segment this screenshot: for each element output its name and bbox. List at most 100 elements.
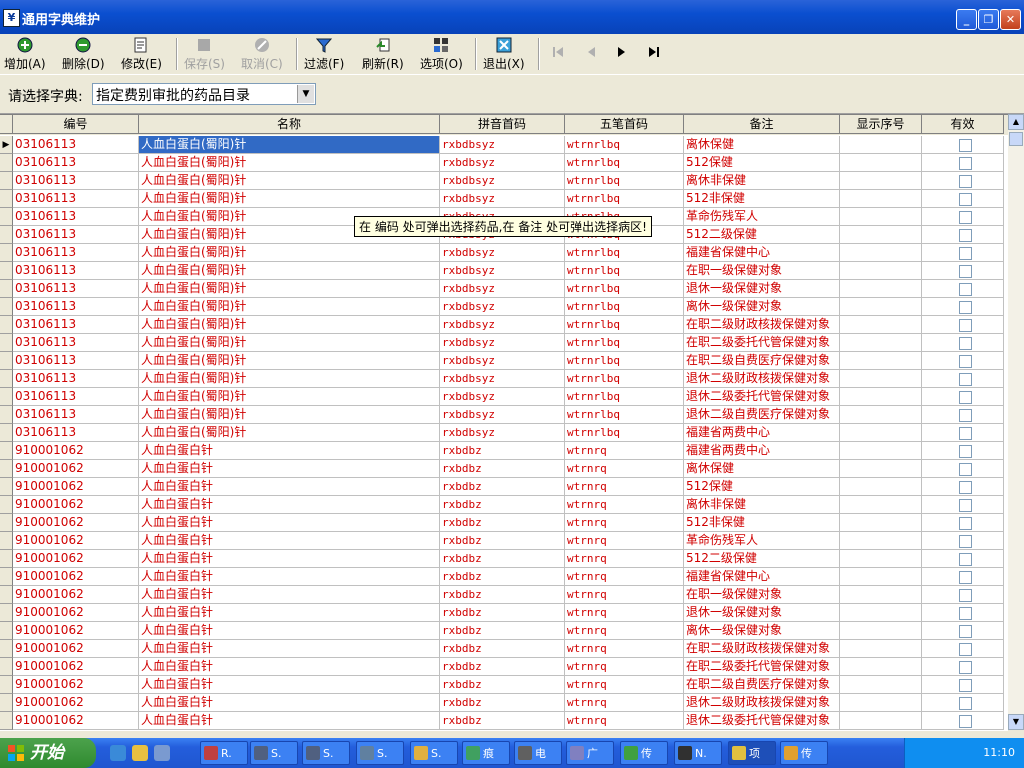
edit-button[interactable]: 修改(E): [121, 37, 162, 72]
cell-id[interactable]: 910001062: [13, 640, 139, 658]
cell-name[interactable]: 人血白蛋白(蜀阳)针: [139, 424, 440, 442]
column-header-pinyin[interactable]: 拼音首码: [440, 115, 565, 134]
cell-id[interactable]: 03106113: [13, 424, 139, 442]
row-indicator[interactable]: [0, 586, 13, 604]
cell-name[interactable]: 人血白蛋白针: [139, 496, 440, 514]
cell-pinyin[interactable]: rxbdbz: [440, 532, 565, 550]
cell-name[interactable]: 人血白蛋白针: [139, 586, 440, 604]
cell-wubi[interactable]: wtrnrlbq: [565, 280, 684, 298]
ie-quicklaunch-icon[interactable]: [110, 745, 126, 761]
table-row[interactable]: 03106113 人血白蛋白(蜀阳)针 rxbdbsyz wtrnrlbq 在职二级委托…: [0, 334, 1008, 352]
column-header-name[interactable]: 名称: [139, 115, 440, 134]
options-button[interactable]: 选项(O): [420, 37, 463, 72]
filter-button[interactable]: 过滤(F): [304, 37, 344, 72]
cell-wubi[interactable]: wtrnrq: [565, 658, 684, 676]
cell-order[interactable]: [840, 316, 922, 334]
delete-button[interactable]: 删除(D): [62, 37, 105, 72]
cell-id[interactable]: 03106113: [13, 370, 139, 388]
valid-checkbox[interactable]: [959, 607, 972, 620]
cell-remark[interactable]: 离休保健: [684, 136, 840, 154]
cell-name[interactable]: 人血白蛋白针: [139, 478, 440, 496]
table-row[interactable]: 910001062 人血白蛋白针 rxbdbz wtrnrq 在职二级自费医疗保健对象: [0, 676, 1008, 694]
cell-id[interactable]: 910001062: [13, 712, 139, 730]
table-row[interactable]: 910001062 人血白蛋白针 rxbdbz wtrnrq 离休保健: [0, 460, 1008, 478]
cell-id[interactable]: 910001062: [13, 694, 139, 712]
cell-id[interactable]: 03106113: [13, 226, 139, 244]
cell-wubi[interactable]: wtrnrq: [565, 460, 684, 478]
taskbar-task[interactable]: S.: [302, 741, 350, 765]
app-quicklaunch-icon[interactable]: [154, 745, 170, 761]
cell-id[interactable]: 03106113: [13, 262, 139, 280]
row-indicator[interactable]: [0, 550, 13, 568]
cell-id[interactable]: 03106113: [13, 334, 139, 352]
valid-checkbox[interactable]: [959, 409, 972, 422]
valid-checkbox[interactable]: [959, 247, 972, 260]
cell-id[interactable]: 03106113: [13, 172, 139, 190]
cell-name[interactable]: 人血白蛋白(蜀阳)针: [139, 136, 440, 154]
cell-remark[interactable]: 福建省两费中心: [684, 442, 840, 460]
cell-id[interactable]: 03106113: [13, 388, 139, 406]
cell-order[interactable]: [840, 262, 922, 280]
table-row[interactable]: 03106113 人血白蛋白(蜀阳)针 rxbdbsyz wtrnrlbq 福建省两费中…: [0, 424, 1008, 442]
cell-order[interactable]: [840, 622, 922, 640]
cell-order[interactable]: [840, 406, 922, 424]
cell-pinyin[interactable]: rxbdbsyz: [440, 244, 565, 262]
cell-remark[interactable]: 革命伤残军人: [684, 532, 840, 550]
cell-order[interactable]: [840, 388, 922, 406]
cell-order[interactable]: [840, 712, 922, 730]
valid-checkbox[interactable]: [959, 211, 972, 224]
cell-id[interactable]: 03106113: [13, 280, 139, 298]
taskbar-task[interactable]: 痕: [462, 741, 510, 765]
cell-order[interactable]: [840, 478, 922, 496]
row-indicator[interactable]: [0, 424, 13, 442]
cell-remark[interactable]: 福建省保健中心: [684, 568, 840, 586]
cell-pinyin[interactable]: rxbdbz: [440, 658, 565, 676]
cell-name[interactable]: 人血白蛋白针: [139, 460, 440, 478]
scroll-up-icon[interactable]: ▲: [1008, 114, 1024, 130]
cell-wubi[interactable]: wtrnrq: [565, 478, 684, 496]
row-indicator[interactable]: [0, 316, 13, 334]
cell-id[interactable]: 910001062: [13, 658, 139, 676]
row-indicator[interactable]: [0, 532, 13, 550]
cell-pinyin[interactable]: rxbdbsyz: [440, 388, 565, 406]
cell-pinyin[interactable]: rxbdbz: [440, 568, 565, 586]
cell-pinyin[interactable]: rxbdbz: [440, 604, 565, 622]
cell-id[interactable]: 910001062: [13, 478, 139, 496]
table-row[interactable]: 910001062 人血白蛋白针 rxbdbz wtrnrq 512二级保健: [0, 550, 1008, 568]
cell-remark[interactable]: 512非保健: [684, 190, 840, 208]
cell-id[interactable]: 03106113: [13, 154, 139, 172]
table-row[interactable]: 03106113 人血白蛋白(蜀阳)针 rxbdbsyz wtrnrlbq 离休非保健: [0, 172, 1008, 190]
row-indicator[interactable]: [0, 622, 13, 640]
cell-order[interactable]: [840, 208, 922, 226]
cell-name[interactable]: 人血白蛋白针: [139, 712, 440, 730]
table-row[interactable]: 910001062 人血白蛋白针 rxbdbz wtrnrq 退休二级委托代管保健对象: [0, 712, 1008, 730]
cell-wubi[interactable]: wtrnrlbq: [565, 424, 684, 442]
cell-name[interactable]: 人血白蛋白(蜀阳)针: [139, 172, 440, 190]
close-button[interactable]: ✕: [1000, 9, 1021, 30]
valid-checkbox[interactable]: [959, 373, 972, 386]
valid-checkbox[interactable]: [959, 427, 972, 440]
cell-remark[interactable]: 在职二级委托代管保健对象: [684, 334, 840, 352]
table-row[interactable]: 03106113 人血白蛋白(蜀阳)针 rxbdbsyz wtrnrlbq 512非保健: [0, 190, 1008, 208]
scroll-down-icon[interactable]: ▼: [1008, 714, 1024, 730]
row-indicator[interactable]: [0, 244, 13, 262]
cell-name[interactable]: 人血白蛋白针: [139, 604, 440, 622]
cell-id[interactable]: 910001062: [13, 586, 139, 604]
valid-checkbox[interactable]: [959, 337, 972, 350]
valid-checkbox[interactable]: [959, 589, 972, 602]
exit-button[interactable]: 退出(X): [483, 37, 525, 72]
valid-checkbox[interactable]: [959, 535, 972, 548]
cell-wubi[interactable]: wtrnrlbq: [565, 298, 684, 316]
row-indicator[interactable]: [0, 190, 13, 208]
column-header-remark[interactable]: 备注: [684, 115, 840, 134]
cell-pinyin[interactable]: rxbdbz: [440, 640, 565, 658]
cell-pinyin[interactable]: rxbdbz: [440, 442, 565, 460]
cell-name[interactable]: 人血白蛋白针: [139, 622, 440, 640]
cell-pinyin[interactable]: rxbdbz: [440, 514, 565, 532]
table-row[interactable]: 03106113 人血白蛋白(蜀阳)针 rxbdbsyz wtrnrlbq 离休一级保健…: [0, 298, 1008, 316]
row-indicator[interactable]: [0, 694, 13, 712]
cell-remark[interactable]: 在职二级财政核拨保健对象: [684, 640, 840, 658]
valid-checkbox[interactable]: [959, 283, 972, 296]
cell-wubi[interactable]: wtrnrlbq: [565, 370, 684, 388]
cell-remark[interactable]: 512保健: [684, 154, 840, 172]
